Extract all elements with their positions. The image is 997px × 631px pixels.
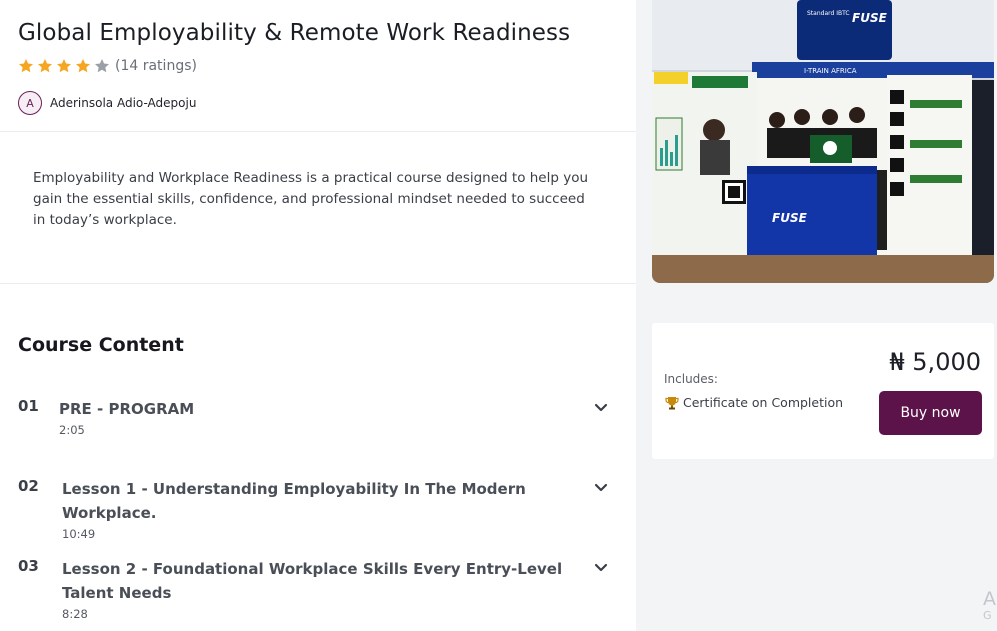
course-content-heading: Course Content	[18, 334, 184, 356]
lesson-duration: 2:05	[59, 423, 85, 437]
course-cover-image: Standard IBTC FUSE I-TRAIN AFRICA FUSE	[652, 0, 994, 283]
instructor-name: Aderinsola Adio-Adepoju	[50, 96, 197, 110]
podium-brand-text: FUSE	[772, 211, 808, 225]
star-icon	[38, 59, 52, 73]
lesson-number: 01	[18, 397, 39, 415]
buy-now-button[interactable]: Buy now	[879, 391, 982, 435]
lesson-title: Lesson 2 - Foundational Workplace Skills…	[62, 560, 563, 602]
certificate-feature: Certificate on Completion	[665, 395, 843, 410]
divider	[0, 283, 636, 284]
lesson-duration: 8:28	[62, 607, 88, 621]
lesson-item[interactable]: 02 Lesson 1 - Understanding Employabilit…	[18, 477, 608, 541]
divider	[0, 131, 636, 132]
lesson-title: Lesson 1 - Understanding Employability I…	[62, 480, 526, 522]
lesson-item[interactable]: 03 Lesson 2 - Foundational Workplace Ski…	[18, 557, 608, 621]
lesson-number: 02	[18, 477, 39, 495]
banner-top-text: Standard IBTC	[807, 10, 850, 17]
lesson-title: PRE - PROGRAM	[59, 400, 195, 418]
course-description: Employability and Workplace Readiness is…	[33, 170, 589, 228]
ratings-count: (14 ratings)	[115, 58, 197, 74]
watermark-line-1: A	[983, 588, 996, 610]
avatar: A	[18, 91, 42, 115]
star-icon	[95, 59, 109, 73]
star-icon	[57, 59, 71, 73]
trophy-icon	[665, 396, 679, 409]
course-details-panel: Global Employability & Remote Work Readi…	[0, 0, 636, 631]
banner-strip-text: I-TRAIN AFRICA	[804, 67, 857, 75]
chevron-down-icon[interactable]	[594, 483, 608, 493]
course-price: ₦ 5,000	[889, 348, 981, 376]
star-icon	[19, 59, 33, 73]
watermark-line-2: G	[983, 609, 992, 622]
certificate-label: Certificate on Completion	[683, 395, 844, 410]
includes-label: Includes:	[664, 372, 718, 386]
rating-summary: (14 ratings)	[18, 58, 197, 74]
star-icon	[76, 59, 90, 73]
rating-stars	[18, 58, 113, 74]
purchase-card: ₦ 5,000 Includes: Certificate on Complet…	[652, 323, 994, 459]
lesson-duration: 10:49	[62, 527, 96, 541]
course-title: Global Employability & Remote Work Readi…	[18, 20, 571, 46]
instructor[interactable]: A Aderinsola Adio-Adepoju	[18, 91, 196, 115]
banner-brand-text: FUSE	[852, 11, 888, 25]
os-activation-watermark: A G	[983, 589, 996, 623]
chevron-down-icon[interactable]	[594, 563, 608, 573]
chevron-down-icon[interactable]	[594, 403, 608, 413]
lesson-item[interactable]: 01 PRE - PROGRAM 2:05	[18, 397, 608, 437]
exhibition-booth-photo: Standard IBTC FUSE I-TRAIN AFRICA FUSE	[652, 0, 994, 283]
lesson-number: 03	[18, 557, 39, 575]
